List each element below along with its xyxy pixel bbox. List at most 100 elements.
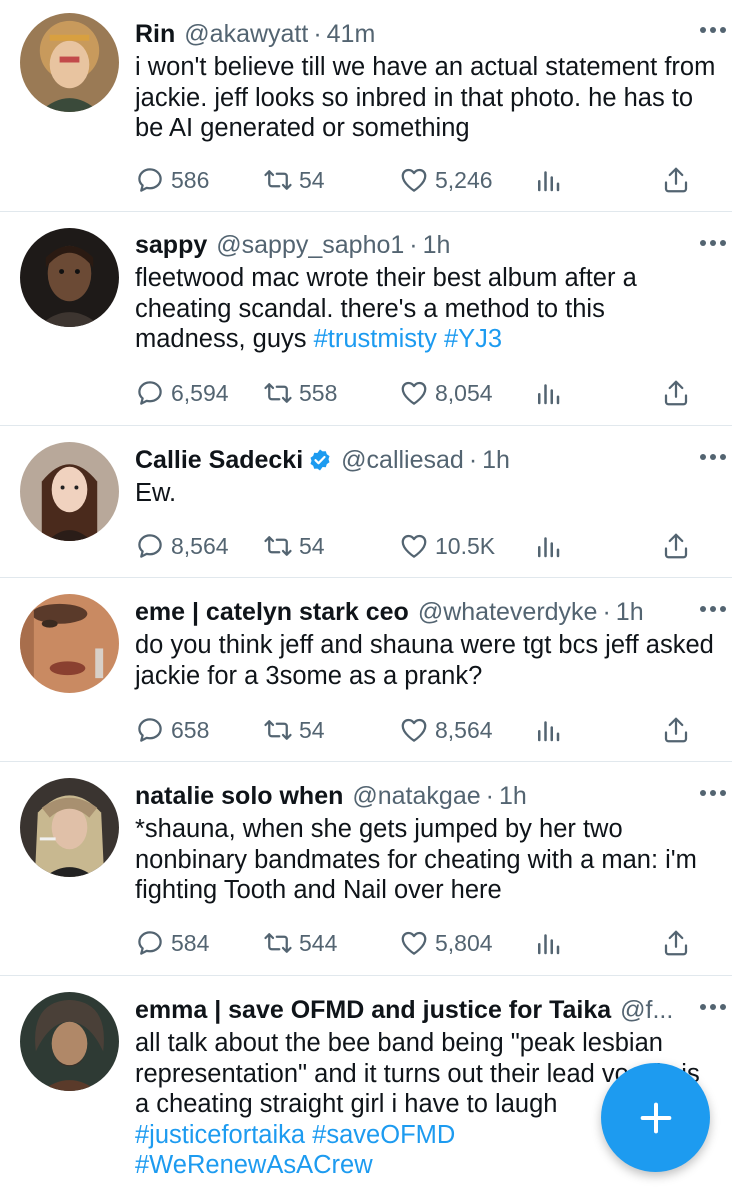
separator-dot: ·: [313, 20, 322, 48]
hashtag-link[interactable]: #WeRenewAsACrew: [135, 1151, 373, 1179]
retweet-icon: [264, 383, 292, 403]
tweet-actions: 586 54 5,246: [135, 163, 694, 197]
user-handle[interactable]: @whateverdyke: [418, 596, 598, 628]
reply-count: 658: [171, 716, 210, 743]
avatar[interactable]: [20, 778, 119, 877]
tweet-text-segment: [437, 325, 444, 353]
more-icon[interactable]: [698, 24, 728, 36]
retweet-count: 54: [299, 716, 325, 743]
separator-dot: ·: [409, 231, 418, 259]
views-icon: [538, 384, 560, 405]
retweet-button[interactable]: 544: [263, 926, 337, 960]
tweet-header: emma | save OFMD and justice for Taika @…: [135, 994, 716, 1026]
share-button[interactable]: [661, 713, 691, 747]
tweet[interactable]: natalie solo when @natakgae · 1h *shauna…: [0, 762, 732, 976]
reply-icon: [138, 381, 162, 405]
tweet-text-segment: *shauna, when she gets jumped by her two…: [135, 815, 697, 904]
user-handle[interactable]: @natakgae: [352, 780, 480, 812]
views-icon: [538, 171, 560, 192]
retweet-button[interactable]: 54: [263, 529, 325, 563]
views-button[interactable]: [533, 713, 563, 747]
retweet-button[interactable]: 54: [263, 713, 325, 747]
like-button[interactable]: 5,246: [399, 163, 493, 197]
display-name[interactable]: eme | catelyn stark ceo: [135, 596, 409, 628]
reply-button[interactable]: 8,564: [135, 529, 229, 563]
like-count: 8,054: [435, 379, 493, 406]
retweet-count: 54: [299, 532, 325, 559]
retweet-icon: [264, 536, 292, 556]
hashtag-link[interactable]: #trustmisty: [314, 325, 437, 353]
hashtag-link[interactable]: #YJ3: [444, 325, 502, 353]
hashtag-link[interactable]: #justicefortaika: [135, 1121, 305, 1149]
tweet-text: fleetwood mac wrote their best album aft…: [135, 263, 716, 355]
like-button[interactable]: 8,054: [399, 376, 493, 410]
heart-icon: [401, 381, 427, 405]
timestamp[interactable]: 1h: [482, 444, 510, 476]
retweet-icon: [264, 170, 292, 190]
tweet-header: Rin @akawyatt · 41m: [135, 18, 716, 50]
views-icon: [538, 934, 560, 955]
user-handle[interactable]: @akawyatt: [184, 18, 308, 50]
reply-button[interactable]: 658: [135, 713, 209, 747]
heart-icon: [401, 931, 427, 955]
reply-count: 586: [171, 166, 210, 193]
compose-button[interactable]: [601, 1063, 710, 1172]
more-icon[interactable]: [698, 1001, 728, 1013]
avatar[interactable]: [20, 13, 119, 112]
views-button[interactable]: [533, 529, 563, 563]
display-name[interactable]: natalie solo when: [135, 780, 343, 812]
tweet-header: sappy @sappy_sapho1 · 1h: [135, 229, 716, 261]
timestamp[interactable]: 41m: [327, 18, 376, 50]
user-handle[interactable]: @calliesad: [341, 444, 464, 476]
reply-icon: [138, 168, 162, 192]
views-button[interactable]: [533, 163, 563, 197]
reply-button[interactable]: 586: [135, 163, 209, 197]
like-button[interactable]: 5,804: [399, 926, 493, 960]
user-handle[interactable]: @f...: [620, 994, 673, 1026]
timestamp[interactable]: 1h: [423, 229, 451, 261]
like-button[interactable]: 10.5K: [399, 529, 495, 563]
display-name[interactable]: Rin: [135, 18, 175, 50]
more-icon[interactable]: [698, 451, 728, 463]
more-icon[interactable]: [698, 603, 728, 615]
avatar[interactable]: [20, 594, 119, 693]
timestamp[interactable]: 1h: [616, 596, 644, 628]
display-name[interactable]: Callie Sadecki: [135, 444, 303, 476]
like-count: 10.5K: [435, 532, 496, 559]
reply-count: 584: [171, 929, 210, 956]
views-button[interactable]: [533, 926, 563, 960]
reply-button[interactable]: 6,594: [135, 376, 229, 410]
tweet[interactable]: Callie Sadecki @calliesad · 1h Ew. 8,564…: [0, 426, 732, 578]
avatar[interactable]: [20, 992, 119, 1091]
more-icon[interactable]: [698, 787, 728, 799]
retweet-icon: [264, 720, 292, 740]
verified-badge-icon: [310, 449, 330, 471]
views-button[interactable]: [533, 376, 563, 410]
share-button[interactable]: [661, 376, 691, 410]
tweet-text-segment: do you think jeff and shauna were tgt bc…: [135, 631, 714, 690]
display-name[interactable]: sappy: [135, 229, 207, 261]
tweet[interactable]: Rin @akawyatt · 41m i won't believe till…: [0, 0, 732, 212]
share-button[interactable]: [661, 163, 691, 197]
timestamp[interactable]: 1h: [499, 780, 527, 812]
reply-button[interactable]: 584: [135, 926, 209, 960]
retweet-button[interactable]: 54: [263, 163, 325, 197]
avatar[interactable]: [20, 228, 119, 327]
retweet-button[interactable]: 558: [263, 376, 337, 410]
tweet-header: eme | catelyn stark ceo @whateverdyke · …: [135, 596, 716, 628]
tweet-header: Callie Sadecki @calliesad · 1h: [135, 444, 716, 476]
compose-plus-icon: [640, 1102, 671, 1133]
display-name[interactable]: emma | save OFMD and justice for Taika: [135, 994, 611, 1026]
share-button[interactable]: [661, 529, 691, 563]
heart-icon: [401, 168, 427, 192]
avatar[interactable]: [20, 442, 119, 541]
user-handle[interactable]: @sappy_sapho1: [216, 229, 404, 261]
more-icon[interactable]: [698, 237, 728, 249]
hashtag-link[interactable]: #saveOFMD: [312, 1121, 455, 1149]
reply-icon: [138, 534, 162, 558]
like-button[interactable]: 8,564: [399, 713, 493, 747]
share-button[interactable]: [661, 926, 691, 960]
share-icon: [664, 930, 688, 956]
tweet[interactable]: eme | catelyn stark ceo @whateverdyke · …: [0, 578, 732, 762]
tweet[interactable]: sappy @sappy_sapho1 · 1h fleetwood mac w…: [0, 212, 732, 426]
